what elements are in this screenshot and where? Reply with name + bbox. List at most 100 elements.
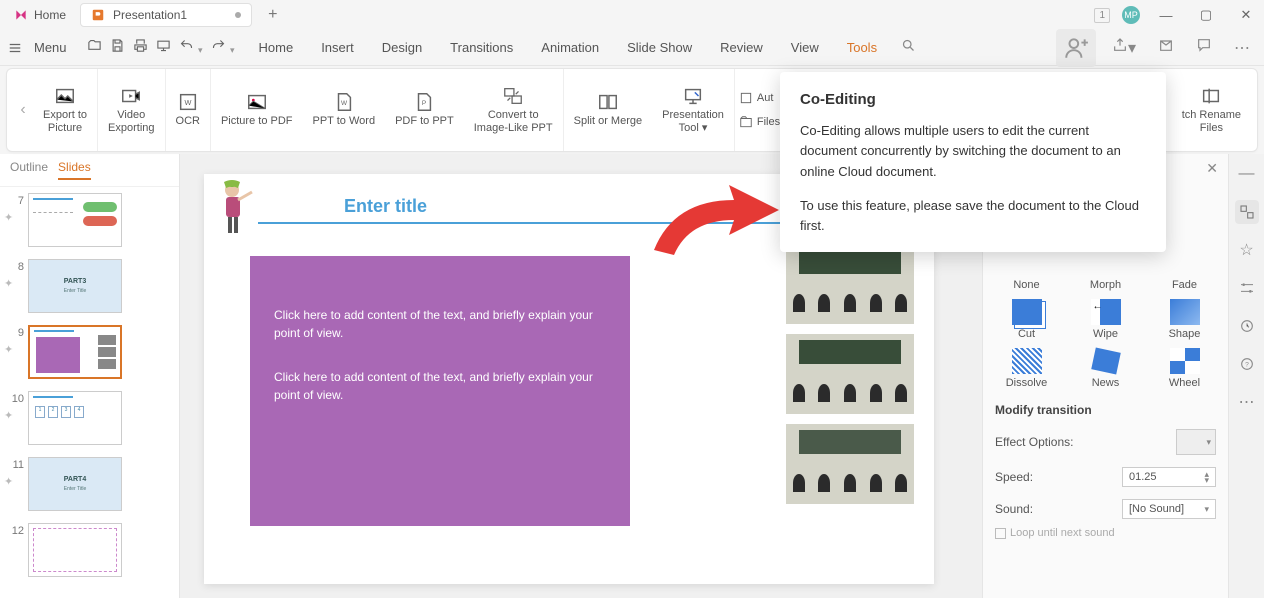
convert-imagelike-button[interactable]: Convert to Image-Like PPT: [464, 69, 564, 151]
speed-label: Speed:: [995, 470, 1033, 484]
coedit-icon: [1063, 35, 1089, 61]
search-icon[interactable]: [901, 38, 916, 58]
menu-review[interactable]: Review: [716, 36, 767, 59]
speed-input[interactable]: 01.25▴▾: [1122, 467, 1216, 487]
document-tab[interactable]: Presentation1: [80, 3, 252, 27]
export-picture-button[interactable]: Export to Picture: [33, 69, 98, 151]
menu-home[interactable]: Home: [255, 36, 298, 59]
animation-star-icon: ✦: [4, 343, 24, 356]
open-icon[interactable]: [87, 38, 102, 58]
rail-history-icon[interactable]: [1235, 314, 1259, 338]
trans-fade[interactable]: Fade: [1153, 250, 1216, 291]
rail-design-icon[interactable]: [1235, 200, 1259, 224]
split-merge-button[interactable]: Split or Merge: [564, 69, 652, 151]
svg-text:?: ?: [1245, 362, 1249, 369]
home-tab-label: Home: [34, 8, 66, 22]
trans-wipe[interactable]: ←Wipe: [1074, 299, 1137, 340]
redo-icon[interactable]: ▾: [211, 38, 235, 58]
thumb-7[interactable]: 7✦: [4, 193, 175, 247]
hamburger-icon[interactable]: [8, 41, 22, 55]
trans-dissolve[interactable]: Dissolve: [995, 348, 1058, 389]
more-icon[interactable]: ⋯: [1228, 38, 1256, 58]
content-placeholder[interactable]: Click here to add content of the text, a…: [250, 256, 630, 526]
modify-transition-heading: Modify transition: [995, 403, 1216, 417]
app-logo-icon: [14, 8, 28, 22]
presentation-icon: [91, 8, 105, 22]
menu-insert[interactable]: Insert: [317, 36, 358, 59]
titlebar: Home Presentation1 + 1 MP — ▢ ✕: [0, 0, 1264, 30]
svg-text:W: W: [184, 98, 191, 107]
svg-text:W: W: [341, 100, 348, 107]
thumb-11[interactable]: 11✦ PART4 Enter Title: [4, 457, 175, 511]
doc-tab-label: Presentation1: [113, 8, 187, 22]
trans-morph[interactable]: Morph: [1074, 250, 1137, 291]
loop-label: Loop until next sound: [1010, 527, 1115, 539]
menu-button[interactable]: Menu: [26, 40, 75, 55]
trans-news[interactable]: News: [1074, 348, 1137, 389]
auto-group[interactable]: Aut Files: [735, 69, 784, 151]
image-placeholder-3[interactable]: [786, 424, 914, 504]
video-exporting-button[interactable]: Video Exporting: [98, 69, 165, 151]
share-icon[interactable]: ▾: [1106, 37, 1142, 58]
image-placeholder-1[interactable]: [786, 244, 914, 324]
menu-view[interactable]: View: [787, 36, 823, 59]
chat-icon[interactable]: [1190, 37, 1218, 58]
loop-checkbox[interactable]: [995, 528, 1006, 539]
callout-arrow-icon: [644, 180, 784, 270]
user-avatar[interactable]: MP: [1122, 6, 1140, 24]
home-tab[interactable]: Home: [4, 4, 76, 26]
save-icon[interactable]: [110, 38, 125, 58]
minimize-button[interactable]: —: [1152, 1, 1180, 29]
menu-items: Home Insert Design Transitions Animation…: [255, 36, 917, 59]
close-window-button[interactable]: ✕: [1232, 1, 1260, 29]
ribbon-scroll-left[interactable]: ‹: [13, 69, 33, 151]
animation-star-icon: ✦: [4, 475, 24, 488]
maximize-button[interactable]: ▢: [1192, 1, 1220, 29]
trans-wheel[interactable]: Wheel: [1153, 348, 1216, 389]
trans-none[interactable]: None: [995, 250, 1058, 291]
sound-select[interactable]: [No Sound]▾: [1122, 499, 1216, 519]
presentation-tool-button[interactable]: Presentation Tool ▾: [652, 69, 735, 151]
rail-settings-icon[interactable]: [1235, 276, 1259, 300]
slides-tab[interactable]: Slides: [58, 160, 91, 180]
image-column: [786, 244, 914, 514]
thumb-10[interactable]: 10✦ 1 2 3 4: [4, 391, 175, 445]
teacher-figure-icon: [218, 180, 254, 236]
ppt-word-button[interactable]: W PPT to Word: [303, 69, 386, 151]
menu-animation[interactable]: Animation: [537, 36, 603, 59]
effect-options-button[interactable]: ▾: [1176, 429, 1216, 455]
instance-badge[interactable]: 1: [1094, 8, 1110, 23]
print-icon[interactable]: [133, 38, 148, 58]
outline-tab[interactable]: Outline: [10, 160, 48, 180]
effect-options-label: Effect Options:: [995, 435, 1074, 449]
rail-more-icon[interactable]: ⋯: [1235, 390, 1259, 414]
menu-transitions[interactable]: Transitions: [446, 36, 517, 59]
pdf-ppt-button[interactable]: P PDF to PPT: [385, 69, 464, 151]
thumb-12[interactable]: 12: [4, 523, 175, 577]
rail-collapse-icon[interactable]: —: [1235, 162, 1259, 186]
menu-slideshow[interactable]: Slide Show: [623, 36, 696, 59]
thumb-9[interactable]: 9✦: [4, 325, 175, 379]
undo-icon[interactable]: ▾: [179, 38, 203, 58]
trans-cut[interactable]: Cut: [995, 299, 1058, 340]
tooltip-body-2: To use this feature, please save the doc…: [800, 196, 1146, 236]
trans-shape[interactable]: Shape: [1153, 299, 1216, 340]
side-rail: — ☆ ? ⋯: [1228, 154, 1264, 598]
animation-star-icon: ✦: [4, 277, 24, 290]
thumb-8[interactable]: 8✦ PART3 Enter Title: [4, 259, 175, 313]
batch-rename-button[interactable]: tch Rename Files: [1172, 69, 1251, 151]
upload-icon[interactable]: [1152, 37, 1180, 58]
image-placeholder-2[interactable]: [786, 334, 914, 414]
ocr-button[interactable]: W OCR: [166, 69, 211, 151]
preview-icon[interactable]: [156, 38, 171, 58]
sound-label: Sound:: [995, 502, 1033, 516]
slide-title[interactable]: Enter title: [344, 196, 427, 217]
menu-design[interactable]: Design: [378, 36, 426, 59]
rail-favorite-icon[interactable]: ☆: [1235, 238, 1259, 262]
rail-help-icon[interactable]: ?: [1235, 352, 1259, 376]
picture-pdf-button[interactable]: Picture to PDF: [211, 69, 303, 151]
new-tab-button[interactable]: +: [260, 6, 285, 24]
panel-close-icon[interactable]: ✕: [1206, 160, 1218, 177]
menu-tools[interactable]: Tools: [843, 36, 881, 59]
coedit-button[interactable]: [1056, 29, 1096, 67]
